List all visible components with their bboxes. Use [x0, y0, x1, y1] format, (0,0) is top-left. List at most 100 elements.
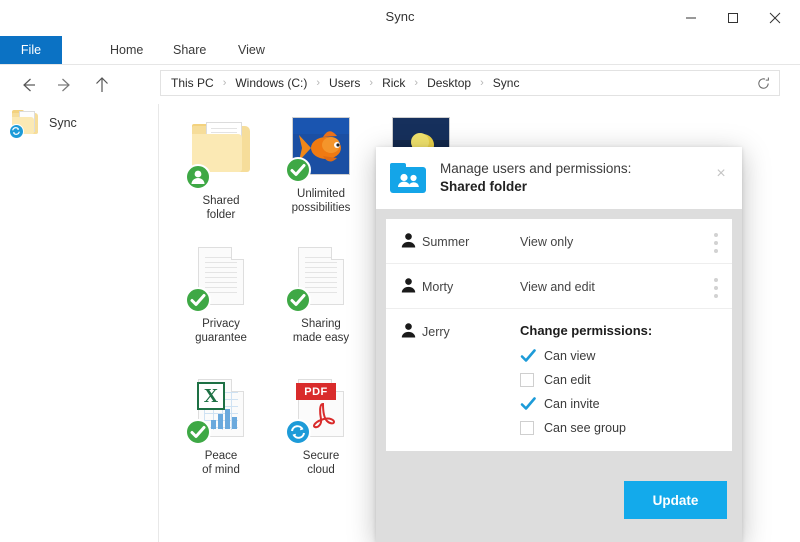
title-bar: Sync	[0, 0, 800, 36]
dialog-footer: Update	[376, 472, 742, 542]
address-bar[interactable]: This PC › Windows (C:) › Users › Rick › …	[160, 70, 780, 96]
sync-badge	[285, 419, 311, 445]
file-name-line2: folder	[206, 209, 236, 221]
file-name-line1: Unlimited	[297, 188, 345, 200]
file-item-sharing-made-easy[interactable]: Sharing made easy	[272, 244, 370, 345]
user-name: Jerry	[422, 325, 450, 339]
user-permission: View and edit	[520, 280, 595, 294]
window-controls	[670, 0, 796, 36]
synced-check-badge	[185, 287, 211, 313]
file-name-line1: Peace	[204, 450, 238, 462]
sync-badge	[9, 124, 24, 139]
shared-folder-people-icon	[390, 163, 426, 193]
forward-arrow-icon[interactable]	[53, 73, 77, 97]
up-arrow-icon[interactable]	[90, 73, 114, 97]
file-thumbnail:  PDF	[285, 379, 353, 445]
file-thumbnail	[285, 247, 353, 313]
checkbox-checked[interactable]	[520, 397, 536, 411]
breadcrumb-item-sync[interactable]: Sync	[493, 76, 520, 90]
file-name-line2: cloud	[307, 464, 335, 476]
file-item-secure-cloud[interactable]:  PDF Secur	[272, 376, 370, 477]
table-row[interactable]: Morty View and edit	[386, 264, 732, 309]
dialog-subject: Shared folder	[440, 179, 528, 194]
permission-label: Can view	[544, 349, 596, 363]
breadcrumb-item-users[interactable]: Users	[329, 76, 360, 90]
file-item-shared-folder[interactable]: Shared folder	[172, 114, 270, 222]
file-thumbnail	[285, 117, 353, 183]
dialog-title-block: Manage users and permissions: Shared fol…	[440, 160, 631, 196]
breadcrumb-item-windows-c[interactable]: Windows (C:)	[235, 76, 307, 90]
breadcrumb-separator: ›	[222, 77, 227, 89]
user-permission-list: Summer View only Morty View and edit Jer…	[386, 219, 732, 451]
permission-option-can-invite[interactable]: Can invite	[520, 397, 652, 411]
dialog-heading: Manage users and permissions:	[440, 161, 632, 176]
manage-permissions-dialog: Manage users and permissions: Shared fol…	[376, 147, 742, 542]
file-item-unlimited-possibilities[interactable]: Unlimited possibilities	[272, 114, 370, 215]
permissions-title: Change permissions:	[520, 323, 653, 338]
table-row[interactable]: Summer View only	[386, 219, 732, 264]
table-row-expanded[interactable]: Jerry Change permissions: Can view Can e…	[386, 309, 732, 451]
file-explorer-window: Sync File Home Share View This PC › Wind…	[0, 0, 800, 542]
permission-option-can-see-group[interactable]: Can see group	[520, 421, 652, 435]
file-name-line2: possibilities	[291, 202, 351, 214]
file-thumbnail	[185, 247, 253, 313]
update-button[interactable]: Update	[624, 481, 727, 519]
synced-check-badge	[285, 157, 311, 183]
checkbox-unchecked[interactable]	[520, 373, 534, 387]
more-options-icon[interactable]	[714, 233, 718, 257]
file-name-line1: Shared	[202, 195, 240, 207]
maximize-icon[interactable]	[712, 2, 754, 34]
person-icon	[400, 277, 422, 299]
file-item-privacy-guarantee[interactable]: Privacy guarantee	[172, 244, 270, 345]
checkbox-checked[interactable]	[520, 349, 536, 363]
tab-view[interactable]: View	[228, 36, 275, 64]
user-permission: View only	[520, 235, 574, 249]
breadcrumb-separator: ›	[480, 77, 484, 89]
back-arrow-icon[interactable]	[16, 73, 40, 97]
permission-option-can-edit[interactable]: Can edit	[520, 373, 652, 387]
file-name-line2: made easy	[292, 332, 350, 344]
shared-person-badge	[185, 164, 211, 190]
file-name-line1: Secure	[302, 450, 340, 462]
user-name: Summer	[422, 235, 470, 249]
close-icon[interactable]: ×	[712, 165, 730, 183]
permission-option-can-view[interactable]: Can view	[520, 349, 652, 363]
breadcrumb-separator: ›	[414, 77, 419, 89]
tab-file[interactable]: File	[0, 36, 62, 64]
ribbon-tabs: File Home Share View	[0, 36, 800, 64]
breadcrumb-item-desktop[interactable]: Desktop	[427, 76, 471, 90]
file-thumbnail	[185, 122, 253, 190]
dialog-header: Manage users and permissions: Shared fol…	[376, 147, 742, 209]
sidebar-item-sync[interactable]: Sync	[9, 110, 77, 139]
file-name-line2: guarantee	[195, 332, 247, 344]
more-options-icon[interactable]	[714, 278, 718, 302]
checkbox-unchecked[interactable]	[520, 421, 534, 435]
breadcrumb-separator: ›	[369, 77, 374, 89]
file-thumbnail: X	[185, 379, 253, 445]
excel-glyph: X	[197, 382, 225, 410]
permission-label: Can invite	[544, 397, 600, 411]
person-icon	[400, 232, 422, 254]
user-name: Morty	[422, 280, 454, 294]
sidebar-item-label: Sync	[49, 116, 77, 130]
synced-check-badge	[185, 419, 211, 445]
navigation-sidebar: Sync	[0, 104, 158, 542]
folder-icon	[9, 110, 40, 139]
synced-check-badge	[285, 287, 311, 313]
pdf-label: PDF	[296, 383, 336, 400]
breadcrumb-separator: ›	[316, 77, 321, 89]
tab-share[interactable]: Share	[163, 36, 216, 64]
refresh-icon[interactable]	[753, 73, 773, 93]
permission-label: Can edit	[544, 373, 591, 387]
breadcrumb-item-rick[interactable]: Rick	[382, 76, 405, 90]
minimize-icon[interactable]	[670, 2, 712, 34]
permission-label: Can see group	[544, 421, 627, 435]
file-name-line1: Privacy	[202, 318, 240, 330]
close-icon[interactable]	[754, 2, 796, 34]
file-name-line1: Sharing	[301, 318, 341, 330]
change-permissions-block: Change permissions: Can view Can edit Ca…	[520, 309, 652, 451]
file-name-line2: of mind	[202, 464, 240, 476]
breadcrumb-item-this-pc[interactable]: This PC	[171, 76, 214, 90]
tab-home[interactable]: Home	[100, 36, 153, 64]
file-item-peace-of-mind[interactable]: X Peace of mind	[172, 376, 270, 477]
